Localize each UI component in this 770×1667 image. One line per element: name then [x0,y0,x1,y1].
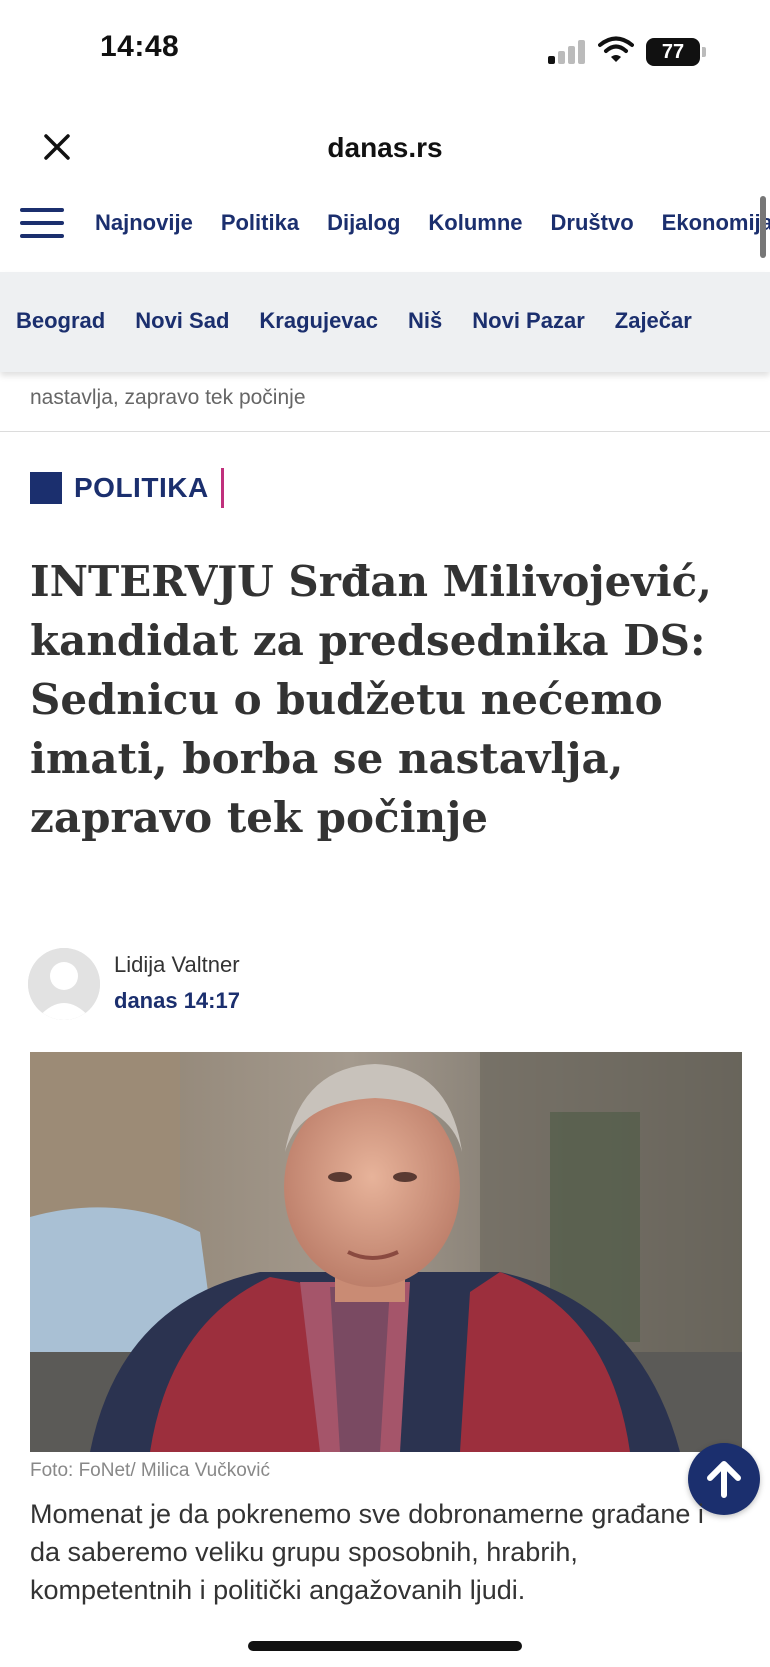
city-item-kragujevac[interactable]: Kragujevac [259,308,378,334]
site-domain: danas.rs [327,132,443,163]
photo-caption: Foto: FoNet/ Milica Vučković [30,1460,271,1481]
nav-items: Najnovije Politika Dijalog Kolumne Društ… [95,210,770,236]
nav-item-kolumne[interactable]: Kolumne [428,210,522,236]
category-square-icon [30,472,62,504]
article-headline: INTERVJU Srđan Milivojević, kandidat za … [30,557,712,842]
nav-scrollbar[interactable] [760,196,766,258]
wifi-icon [598,36,634,62]
city-item-novi-sad[interactable]: Novi Sad [135,308,229,334]
hamburger-menu-icon[interactable] [20,206,64,240]
category-label[interactable]: POLITIKA [74,472,209,504]
status-time: 14:48 [100,30,180,63]
category-divider [220,468,224,508]
article-lead: Momenat je da pokrenemo sve dobronamerne… [30,1499,704,1605]
nav-item-dijalog[interactable]: Dijalog [327,210,400,236]
city-item-nis[interactable]: Niš [408,308,442,334]
signal-icon [548,40,588,64]
city-bar: Beograd Novi Sad Kragujevac Niš Novi Paz… [0,272,770,372]
city-item-beograd[interactable]: Beograd [16,308,105,334]
article-photo-image [30,1052,742,1452]
article-category: POLITIKA [30,468,224,508]
battery-icon: 77 [646,38,706,66]
city-item-novi-pazar[interactable]: Novi Pazar [472,308,585,334]
browser-header: danas.rs [0,110,770,180]
city-items: Beograd Novi Sad Kragujevac Niš Novi Paz… [16,308,692,334]
nav-item-politika[interactable]: Politika [221,210,299,236]
author-name[interactable]: Lidija Valtner [114,952,240,978]
avatar [28,948,100,1020]
article-photo [30,1052,742,1452]
city-item-zajecar[interactable]: Zaječar [615,308,692,334]
sticky-title: nastavlja, zapravo tek počinje [30,386,306,409]
nav-item-ekonomija[interactable]: Ekonomija [662,210,770,236]
nav-item-drustvo[interactable]: Društvo [551,210,634,236]
status-bar: 14:48 77 [0,0,770,100]
avatar-placeholder-icon [28,948,100,1020]
sticky-title-strip: nastavlja, zapravo tek počinje [0,372,770,432]
home-indicator[interactable] [248,1641,522,1651]
publish-date: danas 14:17 [114,988,240,1013]
nav-item-najnovije[interactable]: Najnovije [95,210,193,236]
primary-nav: Najnovije Politika Dijalog Kolumne Društ… [0,192,770,258]
